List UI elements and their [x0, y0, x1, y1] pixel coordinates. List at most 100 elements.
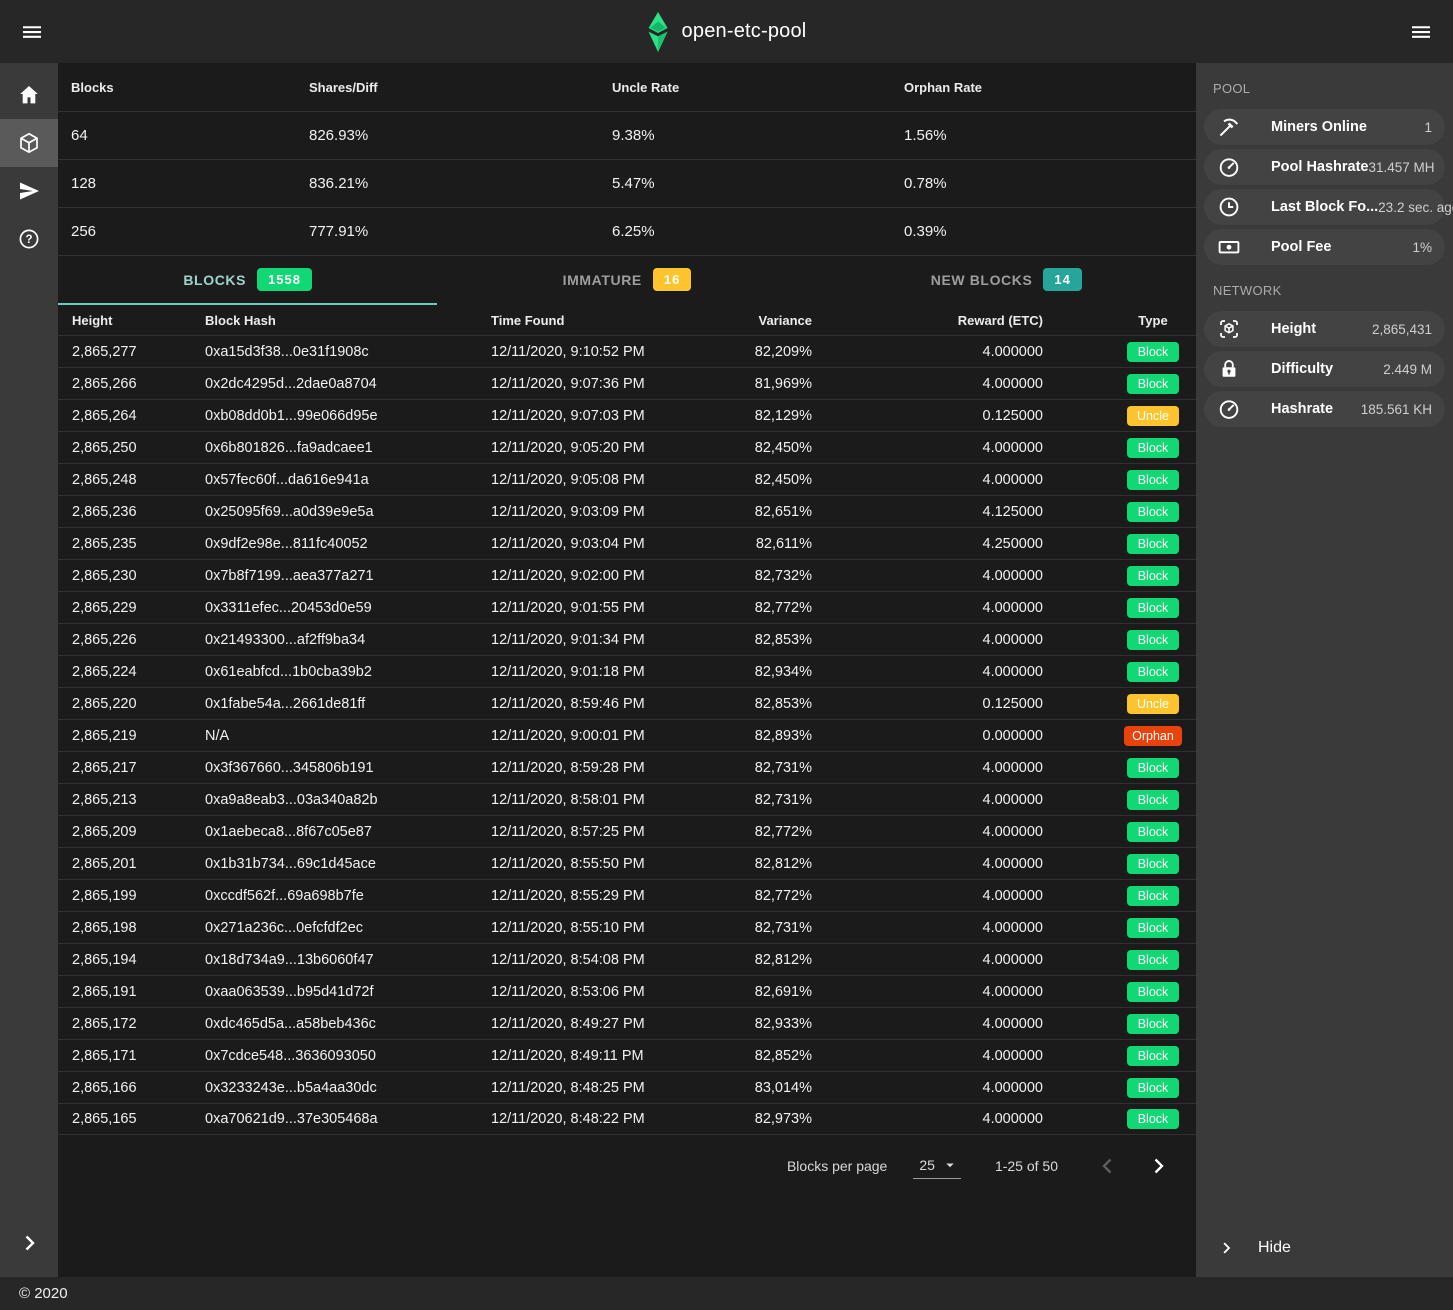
block-hash-cell: 0x2dc4295d...2dae0a8704 [205, 376, 491, 392]
main-content: BlocksShares/DiffUncle RateOrphan Rate64… [58, 63, 1196, 1277]
next-page-button[interactable] [1144, 1152, 1172, 1180]
reward-cell: 4.000000 [818, 984, 1110, 1000]
chevron-left-icon [1096, 1154, 1120, 1178]
menu-toggle-button[interactable] [17, 17, 47, 47]
block-hash-cell: 0x1aebeca8...8f67c05e87 [205, 824, 491, 840]
table-row: 2,865,2200x1fabe54a...2661de81ff12/11/20… [58, 687, 1196, 719]
height-cell: 2,865,229 [58, 600, 205, 616]
stats-row: 128836.21%5.47%0.78% [58, 160, 1196, 208]
type-badge: Block [1127, 662, 1179, 682]
sidebar-item-help[interactable]: ? [0, 215, 58, 263]
blocks-per-page-label: Blocks per page [787, 1158, 887, 1174]
type-badge: Block [1127, 374, 1179, 394]
block-hash-cell: 0x25095f69...a0d39e9e5a [205, 504, 491, 520]
time-found-cell: 12/11/2020, 9:07:36 PM [491, 376, 744, 392]
stat-value: 2.449 M [1383, 362, 1432, 377]
luck-stats-table: BlocksShares/DiffUncle RateOrphan Rate64… [58, 63, 1196, 256]
gauge-icon [1217, 155, 1241, 179]
stats-cell: 128 [58, 175, 296, 192]
send-icon [17, 179, 41, 203]
type-badge: Block [1127, 822, 1179, 842]
table-row: 2,865,1980x271a236c...0efcfdf2ec12/11/20… [58, 911, 1196, 943]
table-row: 2,865,2500x6b801826...fa9adcaee112/11/20… [58, 431, 1196, 463]
stat-value: 2,865,431 [1372, 322, 1432, 337]
chevron-right-icon [1217, 1239, 1235, 1257]
table-row: 2,865,2770xa15d3f38...0e31f1908c12/11/20… [58, 335, 1196, 367]
stats-row: 64826.93%9.38%1.56% [58, 112, 1196, 160]
blocks-table: HeightBlock HashTime FoundVarianceReward… [58, 305, 1196, 1135]
variance-cell: 82,731% [744, 760, 818, 776]
type-cell: Block [1110, 982, 1196, 1002]
block-hash-cell: 0xccdf562f...69a698b7fe [205, 888, 491, 904]
hide-sidebar-button[interactable]: Hide [1196, 1219, 1453, 1277]
reward-cell: 4.000000 [818, 856, 1110, 872]
type-cell: Block [1110, 566, 1196, 586]
type-badge: Block [1127, 502, 1179, 522]
time-found-cell: 12/11/2020, 9:05:20 PM [491, 440, 744, 456]
time-found-cell: 12/11/2020, 9:01:34 PM [491, 632, 744, 648]
reward-cell: 4.000000 [818, 1111, 1110, 1127]
sidebar-item-blocks[interactable] [0, 119, 58, 167]
block-hash-cell: 0xa15d3f38...0e31f1908c [205, 344, 491, 360]
stats-header-cell: Orphan Rate [891, 80, 1196, 95]
variance-cell: 82,852% [744, 1048, 818, 1064]
time-found-cell: 12/11/2020, 8:55:29 PM [491, 888, 744, 904]
stats-cell: 0.78% [891, 175, 1196, 192]
time-found-cell: 12/11/2020, 8:55:50 PM [491, 856, 744, 872]
type-cell: Orphan [1110, 726, 1196, 746]
stat-label: Pool Fee [1271, 239, 1331, 255]
blocks-header-cell: Type [1110, 313, 1196, 328]
variance-cell: 82,732% [744, 568, 818, 584]
time-found-cell: 12/11/2020, 8:53:06 PM [491, 984, 744, 1000]
tab-blocks[interactable]: BLOCKS1558 [58, 256, 437, 305]
brand: open-etc-pool [647, 12, 807, 52]
reward-cell: 4.250000 [818, 536, 1110, 552]
height-cell: 2,865,224 [58, 664, 205, 680]
stat-value: 1% [1412, 240, 1432, 255]
sidebar-item-payments[interactable] [0, 167, 58, 215]
reward-cell: 4.000000 [818, 440, 1110, 456]
block-hash-cell: 0x7b8f7199...aea377a271 [205, 568, 491, 584]
expand-sidebar-button[interactable] [0, 1219, 58, 1267]
time-found-cell: 12/11/2020, 9:00:01 PM [491, 728, 744, 744]
type-badge: Block [1127, 758, 1179, 778]
time-found-cell: 12/11/2020, 9:01:55 PM [491, 600, 744, 616]
type-badge: Block [1127, 342, 1179, 362]
time-found-cell: 12/11/2020, 8:59:28 PM [491, 760, 744, 776]
stats-cell: 836.21% [296, 175, 599, 192]
banknote-icon [1217, 235, 1241, 259]
stat-value: 31.457 MH [1369, 160, 1435, 175]
reward-cell: 4.000000 [818, 472, 1110, 488]
height-cell: 2,865,236 [58, 504, 205, 520]
table-row: 2,865,2660x2dc4295d...2dae0a870412/11/20… [58, 367, 1196, 399]
type-cell: Block [1110, 534, 1196, 554]
network-section-label: NETWORK [1196, 269, 1453, 307]
right-menu-button[interactable] [1406, 17, 1436, 47]
type-cell: Block [1110, 1078, 1196, 1098]
sidebar-item-home[interactable] [0, 71, 58, 119]
time-found-cell: 12/11/2020, 9:07:03 PM [491, 408, 744, 424]
height-cell: 2,865,248 [58, 472, 205, 488]
previous-page-button[interactable] [1094, 1152, 1122, 1180]
per-page-select[interactable]: 25 [913, 1154, 961, 1179]
block-hash-cell: 0x18d734a9...13b6060f47 [205, 952, 491, 968]
type-badge: Uncle [1127, 694, 1179, 714]
type-badge: Uncle [1127, 406, 1179, 426]
footer: © 2020 [0, 1277, 1453, 1310]
tab-new-blocks[interactable]: NEW BLOCKS14 [817, 256, 1196, 305]
stats-header-cell: Shares/Diff [296, 80, 599, 95]
stat-pill-miners-online: Miners Online1 [1204, 109, 1445, 145]
block-hash-cell: 0xa9a8eab3...03a340a82b [205, 792, 491, 808]
height-cell: 2,865,230 [58, 568, 205, 584]
stat-label: Hashrate [1271, 401, 1333, 417]
table-row: 2,865,1910xaa063539...b95d41d72f12/11/20… [58, 975, 1196, 1007]
table-row: 2,865,2640xb08dd0b1...99e066d95e12/11/20… [58, 399, 1196, 431]
tab-immature[interactable]: IMMATURE16 [437, 256, 816, 305]
stat-pill-last-block-fo: Last Block Fo...23.2 sec. ago [1204, 189, 1445, 225]
height-cell: 2,865,250 [58, 440, 205, 456]
block-hash-cell: 0x57fec60f...da616e941a [205, 472, 491, 488]
variance-cell: 82,450% [744, 472, 818, 488]
block-hash-cell: 0x21493300...af2ff9ba34 [205, 632, 491, 648]
blocks-header-cell: Block Hash [205, 313, 491, 328]
height-cell: 2,865,191 [58, 984, 205, 1000]
